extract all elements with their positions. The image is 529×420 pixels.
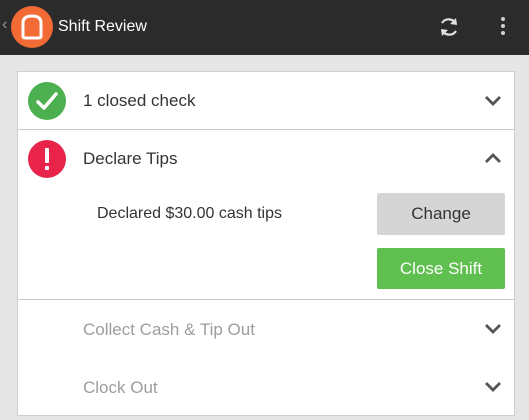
back-chevron-icon[interactable]: ‹: [2, 16, 7, 34]
declared-tips-text: Declared $30.00 cash tips: [97, 205, 282, 222]
chevron-down-icon[interactable]: [484, 95, 502, 107]
step-row-closed-checks[interactable]: 1 closed check: [18, 72, 514, 129]
page-title: Shift Review: [58, 18, 147, 35]
chevron-down-icon[interactable]: [484, 381, 502, 393]
step-row-clock-out[interactable]: Clock Out: [18, 358, 514, 415]
app-bar: ‹ Shift Review: [0, 0, 529, 55]
more-vert-icon[interactable]: [491, 14, 515, 40]
step-label[interactable]: Declare Tips: [83, 148, 177, 170]
change-button[interactable]: Change: [377, 193, 505, 235]
chevron-down-icon[interactable]: [484, 323, 502, 335]
close-shift-button[interactable]: Close Shift: [377, 248, 505, 289]
toast-logo-icon[interactable]: [11, 6, 53, 48]
refresh-icon[interactable]: [437, 15, 461, 39]
step-label: Collect Cash & Tip Out: [83, 320, 255, 339]
shift-review-card: 1 closed check Declare Tips Declared $30…: [18, 72, 514, 415]
alert-circle-icon: [28, 140, 66, 178]
chevron-up-icon[interactable]: [484, 152, 502, 164]
step-label: 1 closed check: [83, 91, 196, 110]
step-row-collect-cash[interactable]: Collect Cash & Tip Out: [18, 300, 514, 357]
check-circle-icon: [28, 82, 66, 120]
step-label: Clock Out: [83, 378, 158, 397]
